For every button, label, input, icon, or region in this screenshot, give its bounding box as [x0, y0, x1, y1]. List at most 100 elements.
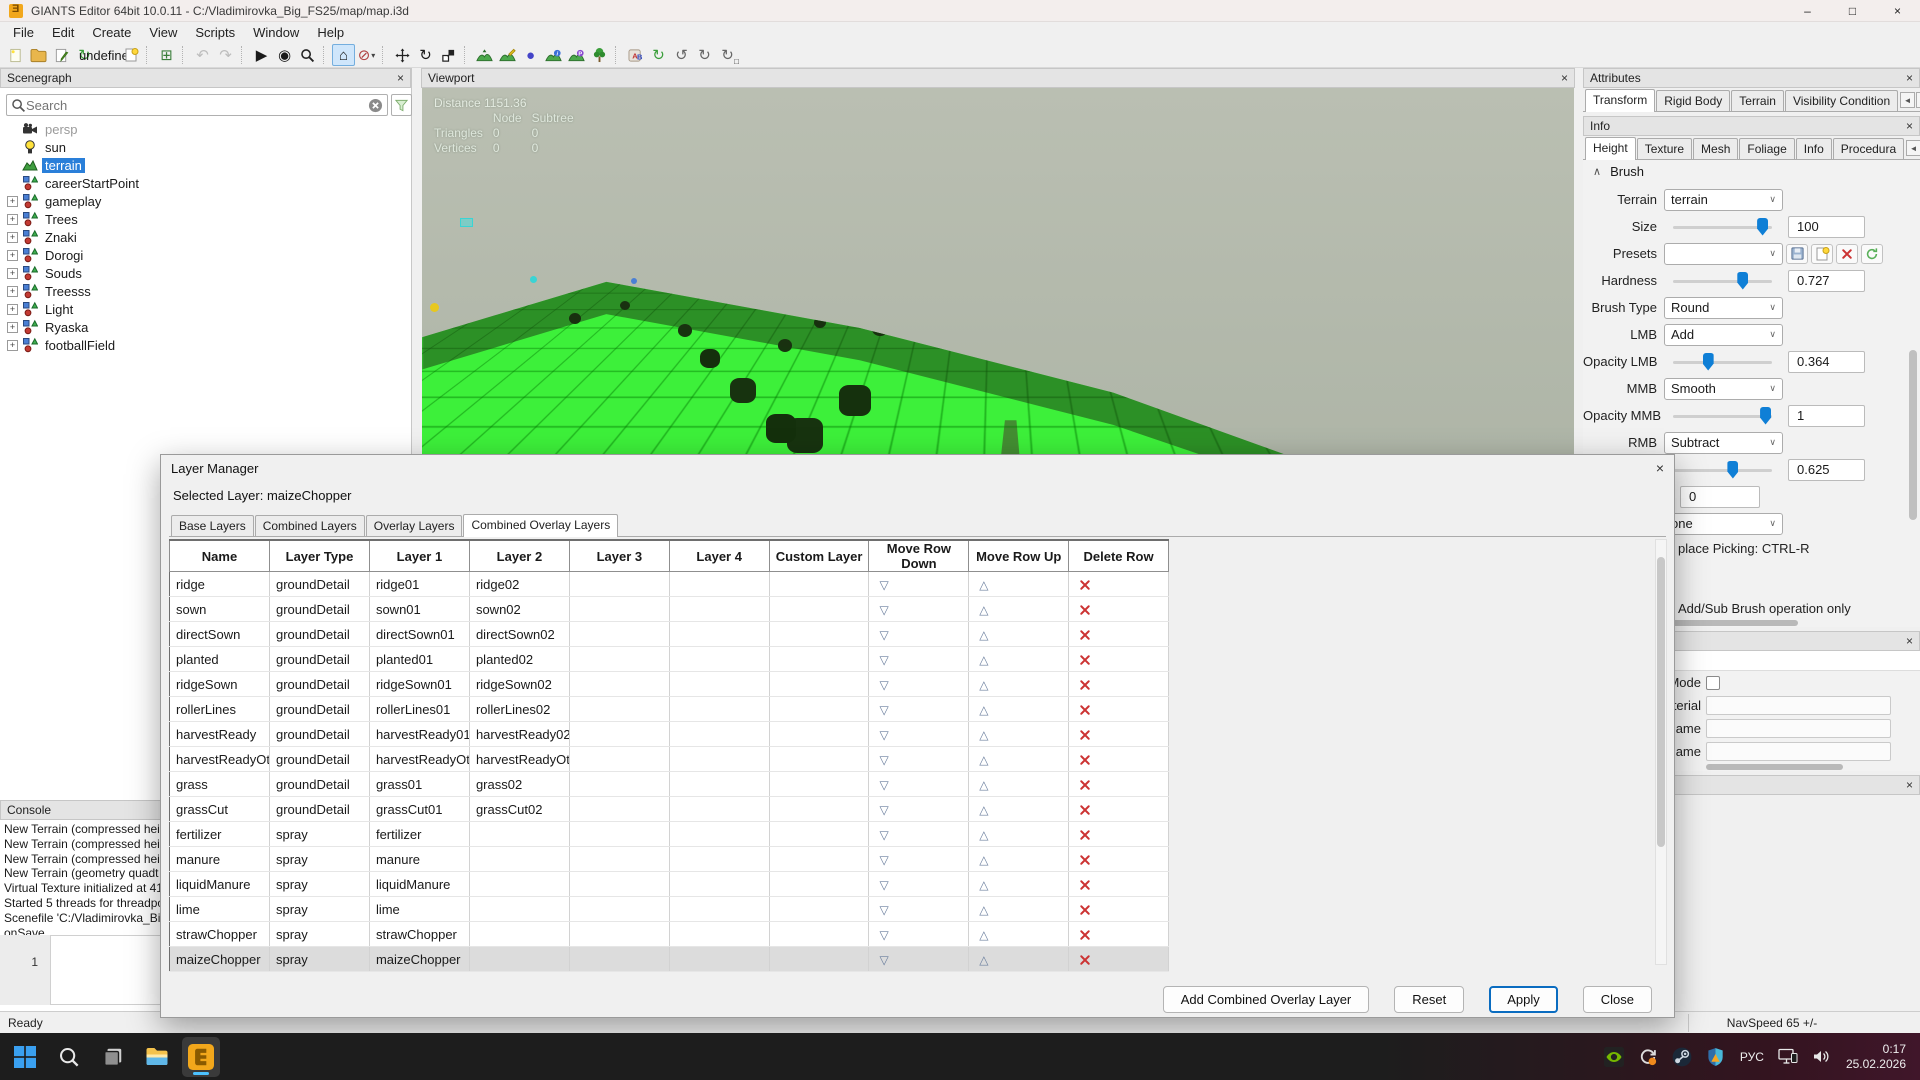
delete-row-icon[interactable] — [1079, 602, 1091, 617]
move-row-up-icon[interactable]: △ — [979, 953, 988, 967]
slider-thumb[interactable] — [1757, 218, 1768, 236]
close-icon[interactable]: × — [397, 71, 404, 85]
close-icon[interactable]: × — [1906, 119, 1913, 133]
move-row-down-icon[interactable]: ▽ — [879, 903, 888, 917]
move-row-down-icon[interactable]: ▽ — [879, 853, 888, 867]
scale-icon[interactable] — [437, 44, 460, 66]
layer-tab-base-layers[interactable]: Base Layers — [171, 515, 254, 536]
rmb-dropdown[interactable]: Subtract∨ — [1664, 432, 1783, 454]
tree-node-terrain[interactable]: terrain — [0, 156, 412, 174]
column-header[interactable]: Layer 4 — [669, 540, 769, 572]
maximize-button[interactable]: □ — [1830, 0, 1875, 22]
expander-icon[interactable]: + — [7, 268, 18, 279]
move-row-up-icon[interactable]: △ — [979, 778, 988, 792]
tree-node-persp[interactable]: persp — [0, 120, 412, 138]
delete-row-icon[interactable] — [1079, 852, 1091, 867]
sync-file-icon[interactable]: ↻□ — [716, 44, 739, 66]
refresh-icon[interactable]: ↻ — [647, 44, 670, 66]
tree-node-footballField[interactable]: +footballField — [0, 336, 412, 354]
size-slider[interactable] — [1673, 218, 1772, 236]
play-icon[interactable]: ▶ — [250, 44, 273, 66]
delete-row-icon[interactable] — [1079, 827, 1091, 842]
taskbar-search-icon[interactable] — [50, 1037, 88, 1077]
expander-icon[interactable]: + — [7, 214, 18, 225]
menu-view[interactable]: View — [140, 23, 186, 42]
tree-node-sun[interactable]: sun — [0, 138, 412, 156]
undo-icon[interactable]: ↶ — [191, 44, 214, 66]
table-row-manure[interactable]: manurespraymanure▽△ — [170, 847, 1169, 872]
table-scrollbar[interactable] — [1655, 539, 1667, 965]
delete-preset-button[interactable] — [1836, 244, 1858, 264]
opacity-rmb-slider[interactable] — [1673, 461, 1772, 479]
text-field[interactable] — [1706, 696, 1891, 715]
network-icon[interactable] — [1778, 1047, 1798, 1067]
table-row-liquidManure[interactable]: liquidManuresprayliquidManure▽△ — [170, 872, 1169, 897]
attr-tab-rigid-body[interactable]: Rigid Body — [1656, 90, 1730, 111]
opacity-lmb-slider[interactable] — [1673, 353, 1772, 371]
delete-row-icon[interactable] — [1079, 902, 1091, 917]
tree-node-Dorogi[interactable]: +Dorogi — [0, 246, 412, 264]
visibility-icon[interactable]: ◉ — [273, 44, 296, 66]
hardness-slider[interactable] — [1673, 272, 1772, 290]
value-input[interactable]: 0.625 — [1788, 459, 1865, 481]
move-row-down-icon[interactable]: ▽ — [879, 803, 888, 817]
taskbar-start-icon[interactable] — [6, 1037, 44, 1077]
table-row-maizeChopper[interactable]: maizeChopperspraymaizeChopper▽△ — [170, 947, 1169, 972]
move-row-down-icon[interactable]: ▽ — [879, 928, 888, 942]
delete-row-icon[interactable] — [1079, 577, 1091, 592]
move-row-up-icon[interactable]: △ — [979, 578, 988, 592]
move-row-up-icon[interactable]: △ — [979, 653, 988, 667]
move-row-up-icon[interactable]: △ — [979, 853, 988, 867]
slider-thumb[interactable] — [1737, 272, 1748, 290]
presets-dropdown[interactable]: ∨ — [1664, 243, 1783, 265]
mode-checkbox[interactable] — [1706, 676, 1720, 690]
brush-section-header[interactable]: ∧ Brush — [1583, 160, 1920, 182]
mmb-dropdown[interactable]: Smooth∨ — [1664, 378, 1783, 400]
column-header[interactable]: Move Row Up — [969, 540, 1069, 572]
delete-row-icon[interactable] — [1079, 927, 1091, 942]
tree-node-Ryaska[interactable]: +Ryaska — [0, 318, 412, 336]
close-icon[interactable]: × — [1561, 71, 1568, 85]
new-preset-button[interactable] — [1811, 244, 1833, 264]
dialog-titlebar[interactable]: Layer Manager × — [161, 455, 1674, 481]
expander-icon[interactable]: + — [7, 196, 18, 207]
terrain-info-icon[interactable]: i — [542, 44, 565, 66]
text-field[interactable] — [1706, 742, 1891, 761]
table-row-harvestReady[interactable]: harvestReadygroundDetailharvestReady01ha… — [170, 722, 1169, 747]
expander-icon[interactable]: + — [7, 232, 18, 243]
column-header[interactable]: Delete Row — [1069, 540, 1169, 572]
menu-scripts[interactable]: Scripts — [186, 23, 244, 42]
tree-node-careerStartPoint[interactable]: careerStartPoint — [0, 174, 412, 192]
tree-node-Souds[interactable]: +Souds — [0, 264, 412, 282]
move-row-up-icon[interactable]: △ — [979, 878, 988, 892]
column-header[interactable]: Name — [170, 540, 270, 572]
delete-row-icon[interactable] — [1079, 702, 1091, 717]
add-combined-overlay-layer-button[interactable]: Add Combined Overlay Layer — [1163, 986, 1370, 1013]
move-row-up-icon[interactable]: △ — [979, 603, 988, 617]
table-row-fertilizer[interactable]: fertilizersprayfertilizer▽△ — [170, 822, 1169, 847]
layer-tab-overlay-layers[interactable]: Overlay Layers — [366, 515, 463, 536]
value-input[interactable]: 1 — [1788, 405, 1865, 427]
close-icon[interactable]: × — [1906, 778, 1913, 792]
layer-tab-combined-layers[interactable]: Combined Layers — [255, 515, 365, 536]
move-row-down-icon[interactable]: ▽ — [879, 703, 888, 717]
slider-thumb[interactable] — [1727, 461, 1738, 479]
delete-row-icon[interactable] — [1079, 877, 1091, 892]
language-indicator[interactable]: РУС — [1740, 1050, 1764, 1064]
sync-material-icon[interactable]: ↺ — [670, 44, 693, 66]
info-tab-height[interactable]: Height — [1585, 137, 1636, 160]
slider-thumb[interactable] — [1760, 407, 1771, 425]
terrain-dropdown[interactable]: terrain∨ — [1664, 189, 1783, 211]
paint-mode-icon[interactable]: ⊘▾ — [355, 44, 378, 66]
column-header[interactable]: Layer 3 — [569, 540, 669, 572]
expander-icon[interactable]: + — [7, 286, 18, 297]
close-icon[interactable]: × — [1656, 460, 1664, 476]
redo-icon[interactable]: ↷ — [214, 44, 237, 66]
add-object-icon[interactable]: ⊞ — [155, 44, 178, 66]
sync-shader-icon[interactable]: ↻ — [693, 44, 716, 66]
move-row-down-icon[interactable]: ▽ — [879, 653, 888, 667]
opacity-mmb-slider[interactable] — [1673, 407, 1772, 425]
tab-scroll-right[interactable]: ► — [1916, 92, 1920, 108]
filter-button[interactable] — [391, 94, 412, 116]
tab-scroll-left[interactable]: ◄ — [1900, 92, 1915, 108]
